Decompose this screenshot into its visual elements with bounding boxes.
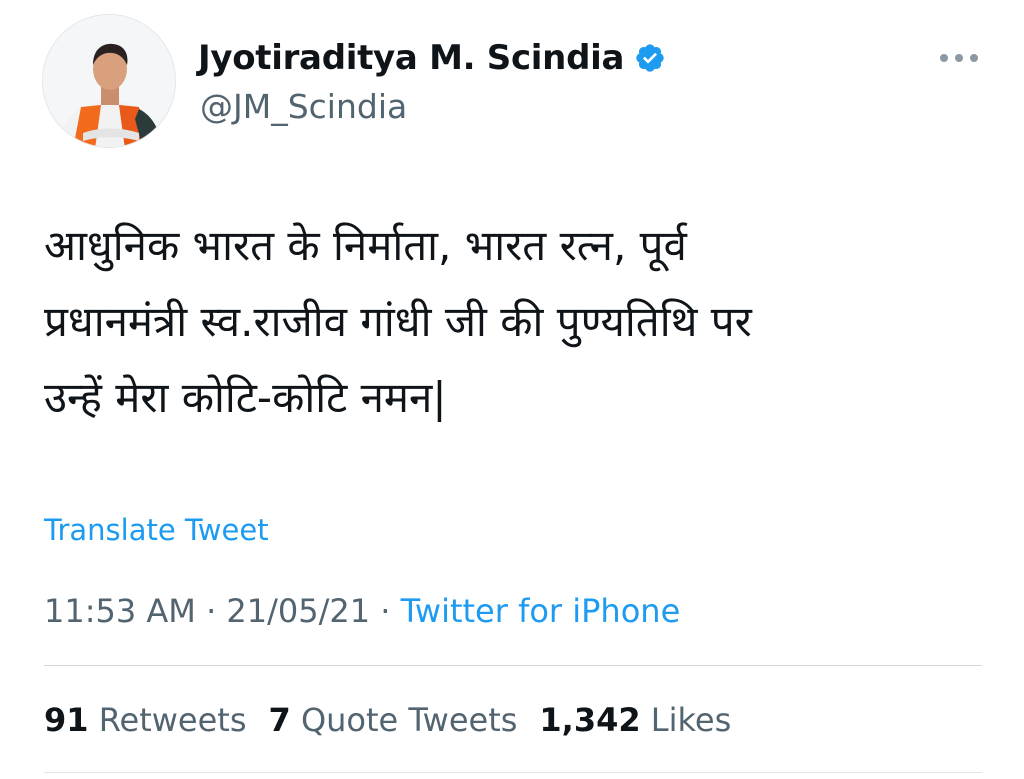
- verified-badge-icon: [636, 44, 664, 72]
- avatar[interactable]: [42, 14, 176, 148]
- tweet-metadata: 11:53 AM · 21/05/21 · Twitter for iPhone: [44, 589, 680, 633]
- likes-stat[interactable]: 1,342 Likes: [539, 698, 731, 742]
- meta-separator: ·: [206, 592, 217, 630]
- author-handle[interactable]: @JM_Scindia: [200, 86, 407, 128]
- translate-tweet-link[interactable]: Translate Tweet: [44, 510, 269, 550]
- tweet-text-line: प्रधानमंत्री स्व.राजीव गांधी जी की पुण्य…: [44, 297, 752, 346]
- quote-tweets-stat[interactable]: 7 Quote Tweets: [269, 698, 518, 742]
- retweets-count: 91: [44, 701, 89, 739]
- author-display-name[interactable]: Jyotiraditya M. Scindia: [198, 36, 624, 80]
- divider: [44, 772, 982, 773]
- tweet-time[interactable]: 11:53 AM: [44, 592, 196, 630]
- divider: [44, 665, 982, 666]
- tweet-text-line: उन्हें मेरा कोटि-कोटि नमन|: [44, 373, 447, 422]
- engagement-stats: 91 Retweets 7 Quote Tweets 1,342 Likes: [44, 698, 731, 742]
- meta-separator: ·: [380, 592, 391, 630]
- tweet-text: आधुनिक भारत के निर्माता, भारत रत्न, पूर्…: [44, 208, 994, 436]
- retweets-stat[interactable]: 91 Retweets: [44, 698, 247, 742]
- likes-label: Likes: [650, 701, 732, 739]
- likes-count: 1,342: [539, 701, 641, 739]
- more-options-icon[interactable]: [936, 44, 982, 72]
- retweets-label: Retweets: [98, 701, 247, 739]
- tweet-text-line: आधुनिक भारत के निर्माता, भारत रत्न, पूर्…: [44, 221, 687, 270]
- quote-tweets-label: Quote Tweets: [300, 701, 518, 739]
- tweet-date[interactable]: 21/05/21: [226, 592, 370, 630]
- tweet-source-link[interactable]: Twitter for iPhone: [401, 592, 681, 630]
- profile-photo-icon: [43, 15, 175, 147]
- author-display-name-row[interactable]: Jyotiraditya M. Scindia: [198, 36, 666, 80]
- quote-tweets-count: 7: [268, 701, 291, 739]
